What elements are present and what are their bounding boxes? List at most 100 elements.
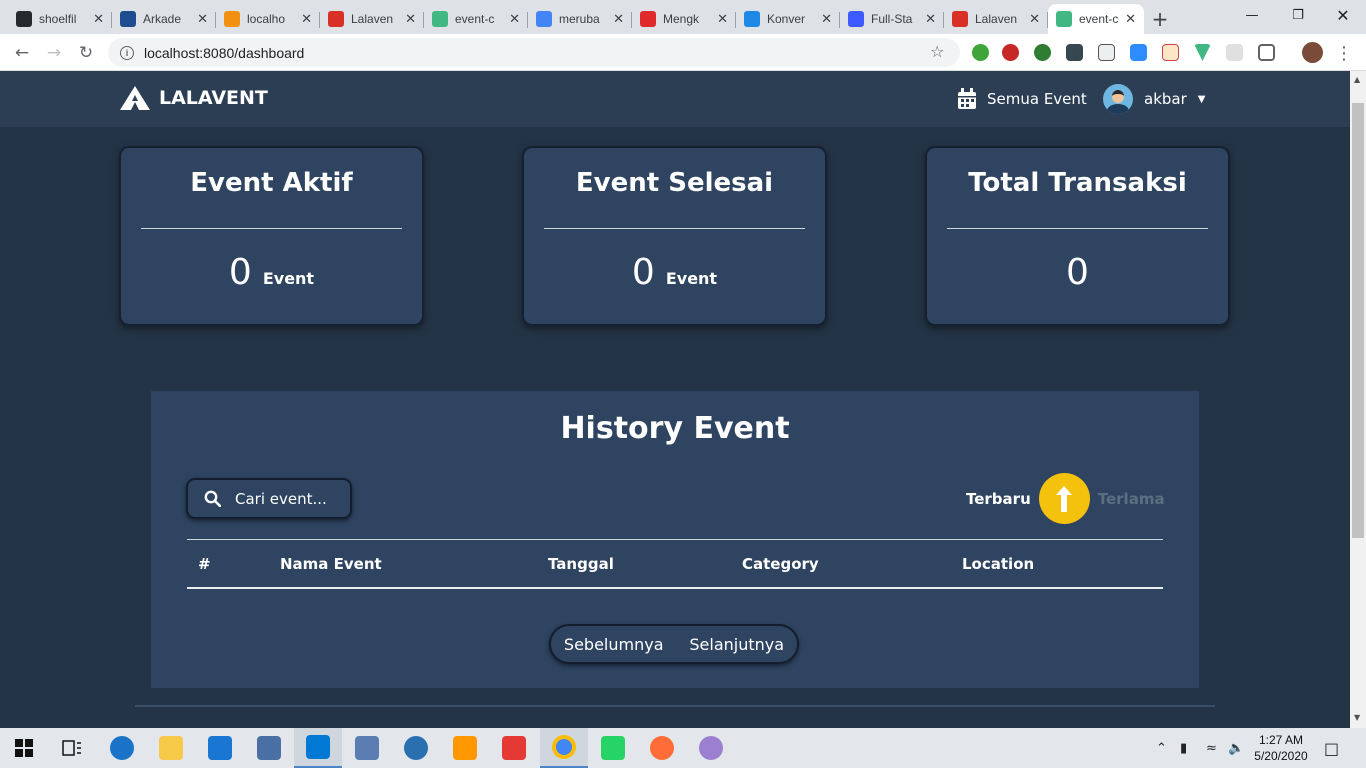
wifi-icon[interactable]: ≈ — [1206, 728, 1217, 768]
site-info-icon[interactable]: i — [120, 45, 134, 60]
show-hidden-icons-button[interactable]: ⌃ — [1156, 728, 1167, 768]
extension-node-icon[interactable] — [972, 44, 989, 61]
mail-icon — [208, 736, 232, 760]
clock-time: 1:27 AM — [1258, 733, 1304, 747]
url-field[interactable]: i localhost:8080/dashboard — [108, 38, 960, 67]
extension-json-icon[interactable] — [1098, 44, 1115, 61]
extension-notes-icon[interactable] — [1162, 44, 1179, 61]
taskbar-chrome[interactable] — [540, 728, 588, 768]
browser-tab[interactable]: event-c ✕ — [424, 4, 528, 34]
close-tab-icon[interactable]: ✕ — [925, 12, 936, 27]
extension-zoom-icon[interactable] — [1130, 44, 1147, 61]
scroll-down-icon[interactable]: ▼ — [1354, 713, 1360, 722]
close-window-button[interactable]: ✕ — [1320, 0, 1366, 30]
username: akbar — [1144, 90, 1187, 108]
all-events-link[interactable]: Semua Event — [957, 88, 1087, 110]
address-bar: ← → ↻ i localhost:8080/dashboard ☆ ⋮ — [0, 34, 1366, 71]
close-tab-icon[interactable]: ✕ — [197, 12, 208, 27]
extension-screenshot-icon[interactable] — [1258, 44, 1275, 61]
stat-card-finished-events: Event Selesai 0 Event — [522, 146, 827, 326]
windows-logo-icon — [15, 739, 33, 757]
extension-globe-icon[interactable] — [1034, 44, 1051, 61]
app-navbar: LALAVENT Semua Event akbar ▼ — [0, 71, 1350, 127]
taskbar-paint[interactable] — [687, 728, 735, 768]
close-tab-icon[interactable]: ✕ — [405, 12, 416, 27]
vscode-icon — [306, 735, 330, 759]
taskbar-sublime[interactable] — [441, 728, 489, 768]
new-tab-button[interactable]: + — [1144, 4, 1176, 34]
close-tab-icon[interactable]: ✕ — [93, 12, 104, 27]
browser-tab[interactable]: Konver ✕ — [736, 4, 840, 34]
browser-menu-icon[interactable]: ⋮ — [1332, 41, 1356, 65]
previous-page-button[interactable]: Sebelumnya — [564, 635, 664, 654]
close-tab-icon[interactable]: ✕ — [301, 12, 312, 27]
browser-tab[interactable]: Mengk ✕ — [632, 4, 736, 34]
divider — [141, 228, 402, 229]
card-value: 0 — [228, 252, 252, 293]
brand-logo[interactable]: LALAVENT — [119, 85, 268, 111]
taskbar-app[interactable] — [392, 728, 440, 768]
volume-icon[interactable]: 🔈 — [1228, 728, 1244, 768]
column-header-name: Nama Event — [280, 555, 382, 573]
page-scrollbar[interactable]: ▲ ▼ — [1350, 71, 1366, 728]
sort-oldest-label[interactable]: Terlama — [1098, 490, 1165, 508]
extension-mask-icon[interactable] — [1066, 44, 1083, 61]
user-menu[interactable]: akbar ▼ — [1103, 84, 1205, 114]
browser-tab[interactable]: localho ✕ — [216, 4, 320, 34]
notifications-icon[interactable]: □ — [1324, 728, 1339, 768]
phpmyadmin-icon — [224, 11, 240, 27]
taskbar-vscode[interactable] — [294, 728, 342, 768]
close-tab-icon[interactable]: ✕ — [509, 12, 520, 27]
back-icon[interactable]: ← — [10, 41, 34, 65]
minimize-button[interactable]: — — [1229, 0, 1275, 30]
battery-icon[interactable]: ▮ — [1180, 728, 1187, 768]
taskbar-whatsapp[interactable] — [589, 728, 637, 768]
lalavent-logo-icon — [120, 86, 150, 110]
whatsapp-icon — [601, 736, 625, 760]
app-icon — [404, 736, 428, 760]
sort-direction-button[interactable] — [1038, 473, 1090, 524]
forward-icon[interactable]: → — [42, 41, 66, 65]
sort-newest-label[interactable]: Terbaru — [966, 490, 1031, 508]
task-view-button[interactable] — [48, 728, 96, 768]
browser-tab[interactable]: Full-Sta ✕ — [840, 4, 944, 34]
windows-taskbar: ⌃ ▮ ≈ 🔈 1:27 AM 5/20/2020 □ — [0, 728, 1366, 768]
taskbar-mail[interactable] — [196, 728, 244, 768]
reload-icon[interactable]: ↻ — [74, 41, 98, 65]
browser-tab[interactable]: Lalaven ✕ — [944, 4, 1048, 34]
extension-blank-icon[interactable] — [1226, 44, 1243, 61]
close-tab-icon[interactable]: ✕ — [1029, 12, 1040, 27]
start-button[interactable] — [0, 728, 48, 768]
scroll-up-icon[interactable]: ▲ — [1354, 75, 1360, 84]
scrollbar-thumb[interactable] — [1352, 103, 1364, 538]
tab-title: meruba — [559, 12, 600, 26]
taskbar-edge[interactable] — [98, 728, 146, 768]
browser-tab[interactable]: shoelfil ✕ — [8, 4, 112, 34]
search-box[interactable] — [186, 478, 352, 519]
profile-avatar[interactable] — [1302, 42, 1323, 63]
taskbar-computer[interactable] — [343, 728, 391, 768]
avatar — [1103, 84, 1133, 114]
browser-tab[interactable]: Lalaven ✕ — [320, 4, 424, 34]
extension-yab-icon[interactable] — [1002, 44, 1019, 61]
close-tab-icon[interactable]: ✕ — [1125, 12, 1136, 27]
card-title: Event Selesai — [575, 168, 774, 198]
close-tab-icon[interactable]: ✕ — [821, 12, 832, 27]
next-page-button[interactable]: Selanjutnya — [689, 635, 784, 654]
taskbar-explorer[interactable] — [147, 728, 195, 768]
tab-list: shoelfil ✕ Arkade ✕ localho ✕ Lalaven ✕ event-c ✕… — [0, 4, 1144, 34]
taskbar-postman[interactable] — [638, 728, 686, 768]
browser-tab[interactable]: meruba ✕ — [528, 4, 632, 34]
close-tab-icon[interactable]: ✕ — [717, 12, 728, 27]
browser-tab[interactable]: event-c ✕ — [1048, 4, 1144, 34]
search-input[interactable] — [235, 489, 345, 508]
taskbar-paw[interactable] — [490, 728, 538, 768]
card-title: Total Transaksi — [968, 168, 1187, 198]
bookmark-star-icon[interactable]: ☆ — [930, 42, 944, 61]
taskbar-network[interactable] — [245, 728, 293, 768]
close-tab-icon[interactable]: ✕ — [613, 12, 624, 27]
browser-tab[interactable]: Arkade ✕ — [112, 4, 216, 34]
extension-vue-devtools-icon[interactable] — [1194, 44, 1211, 61]
system-clock[interactable]: 1:27 AM 5/20/2020 — [1244, 732, 1318, 764]
restore-button[interactable]: ❐ — [1275, 0, 1321, 30]
